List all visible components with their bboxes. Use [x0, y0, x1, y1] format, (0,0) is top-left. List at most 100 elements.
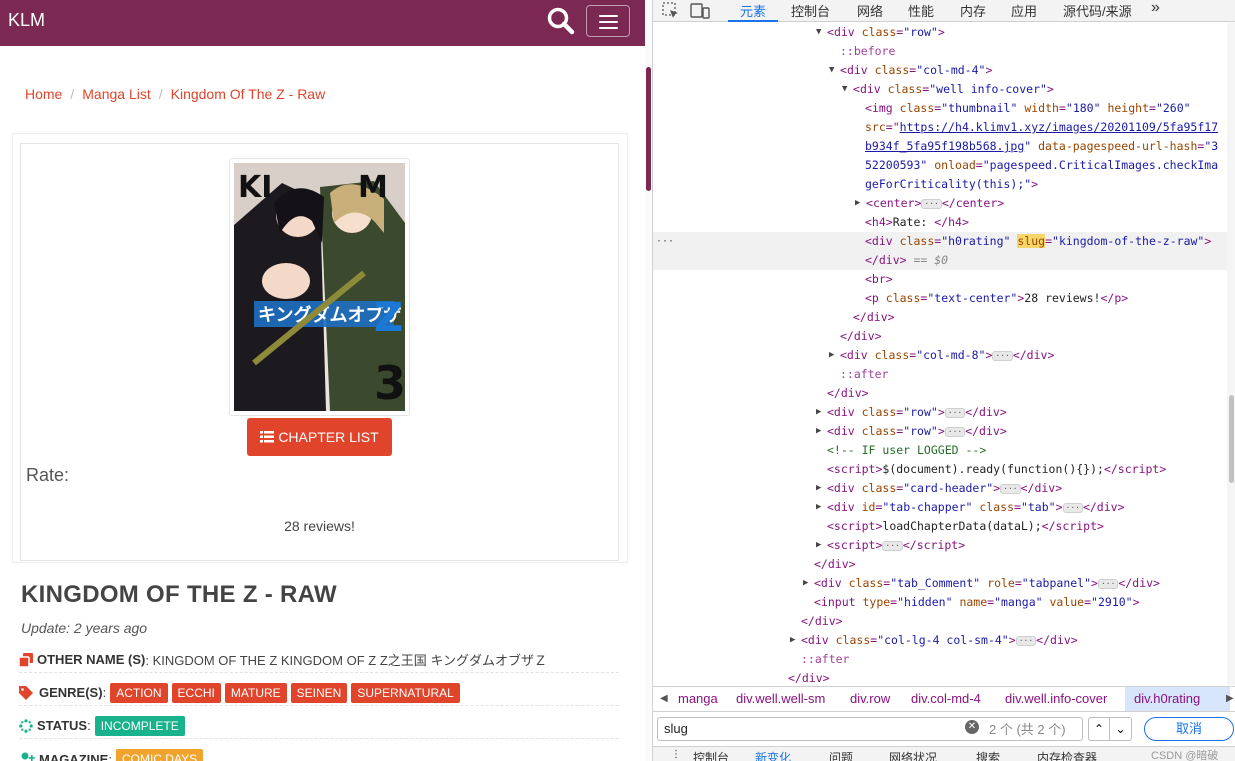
devtools-panel: 元素 控制台 网络 性能 内存 应用 源代码/来源 » ▼ <div class=… — [652, 0, 1235, 761]
dom-node[interactable]: <input type="hidden" name="manga" value=… — [653, 593, 1227, 612]
cover-thumbnail: キングダムオブザ Z 3 KI M — [229, 158, 410, 416]
dom-breadcrumb-item[interactable]: div.col-md-4 — [911, 691, 981, 706]
tab-console[interactable]: 控制台 — [791, 1, 830, 20]
dom-node[interactable]: ▼ <div class="well info-cover"> — [653, 80, 1227, 99]
dom-node[interactable]: ▶ <div class="tab_Comment" role="tabpanel… — [653, 574, 1227, 593]
drawer-tabbar: ⋮ 控制台 新变化 问题 网络状况 搜索 内存检查器 CSDN @暗破 — [653, 746, 1235, 761]
dom-node[interactable]: <h4>Rate: </h4> — [653, 213, 1227, 232]
tab-memory[interactable]: 内存 — [960, 1, 986, 20]
site-brand[interactable]: KLM — [8, 10, 45, 31]
dom-node[interactable]: <script>$(document).ready(function(){});… — [653, 460, 1227, 479]
elements-scrollbar[interactable] — [1227, 23, 1235, 685]
tab-application[interactable]: 应用 — [1011, 1, 1037, 20]
dom-pseudo[interactable]: ::after — [653, 650, 1227, 669]
user-plus-icon — [21, 752, 35, 761]
dom-node[interactable]: <img class="thumbnail" width="180" heigh… — [653, 99, 1227, 118]
dom-node-cont[interactable]: b934f_5fa95f198b568.jpg" data-pagespeed-… — [653, 137, 1227, 156]
dom-node[interactable]: ▼ <div class="row"> — [653, 23, 1227, 42]
status-badge: INCOMPLETE — [94, 715, 185, 736]
status-colon: : — [87, 718, 91, 733]
dom-node[interactable]: <p class="text-center">28 reviews!</p> — [653, 289, 1227, 308]
elements-tree[interactable]: ▼ <div class="row"> ::before ▼ <div class=… — [653, 23, 1227, 685]
dom-node[interactable]: ▶ <div class="row"> ··· </div> — [653, 422, 1227, 441]
chapter-list-button[interactable]: CHAPTER LIST — [247, 418, 392, 456]
dom-close[interactable]: </div> — [653, 384, 1227, 403]
drawer-menu-icon[interactable]: ⋮ — [671, 749, 681, 760]
dom-breadcrumb-item[interactable]: div.well.well-sm — [736, 691, 825, 706]
dom-node[interactable]: <script>loadChapterData(dataL);</script> — [653, 517, 1227, 536]
dom-node[interactable]: ▶ <div class="col-md-8"> ··· </div> — [653, 346, 1227, 365]
dom-breadcrumb-item[interactable]: manga — [678, 691, 718, 706]
dom-node[interactable]: ▶ <center> ··· </center> — [653, 194, 1227, 213]
genre-tag[interactable]: ECCHI — [171, 682, 221, 703]
device-toolbar-icon[interactable] — [690, 2, 710, 25]
inspect-element-icon[interactable] — [662, 2, 680, 25]
dom-breadcrumb-item-selected[interactable]: div.h0rating — [1134, 691, 1200, 706]
manga-cover-image: キングダムオブザ Z 3 KI M — [234, 163, 406, 411]
tab-elements[interactable]: 元素 — [740, 1, 766, 20]
dom-close[interactable]: </div> — [653, 555, 1227, 574]
clear-icon[interactable]: ✕ — [965, 720, 979, 734]
dom-node[interactable]: ▶ <div class="col-lg-4 col-sm-4"> ··· </div… — [653, 631, 1227, 650]
dom-close[interactable]: </div> — [653, 327, 1227, 346]
dom-breadcrumb-item[interactable]: div.row — [850, 691, 890, 706]
cancel-button[interactable]: 取消 — [1144, 717, 1234, 741]
svg-text:KI: KI — [238, 170, 272, 205]
genre-tag[interactable]: ACTION — [110, 682, 168, 703]
dom-node[interactable]: ▶ <div id="tab-chapper" class="tab"> ··· </… — [653, 498, 1227, 517]
dom-node-selected-close[interactable]: </div> == $0 — [653, 251, 1227, 270]
genre-tag[interactable]: SEINEN — [290, 682, 348, 703]
dom-breadcrumbs: ◀ manga div.well.well-sm div.row div.col… — [653, 686, 1235, 712]
dom-breadcrumb-item[interactable]: div.well.info-cover — [1005, 691, 1107, 706]
search-icon[interactable] — [545, 5, 577, 37]
copy-icon — [19, 652, 33, 667]
breadcrumb-manga-list[interactable]: Manga List — [82, 86, 150, 102]
drawer-tab-search[interactable]: 搜索 — [976, 749, 1000, 761]
drawer-tab-console[interactable]: 控制台 — [693, 749, 729, 761]
drawer-tab-whats-new[interactable]: 新变化 — [755, 749, 791, 761]
magazine-badge[interactable]: COMIC DAYS — [115, 749, 204, 761]
tab-sources[interactable]: 源代码/来源 — [1063, 1, 1132, 20]
breadcrumb-scroll-left-icon[interactable]: ◀ — [660, 693, 668, 704]
breadcrumb-scroll-right-icon[interactable]: ▶ — [1226, 693, 1234, 704]
breadcrumb-home[interactable]: Home — [25, 86, 62, 102]
drawer-tab-issues[interactable]: 问题 — [829, 749, 853, 761]
dom-node[interactable]: ▶ <div class="card-header"> ··· </div> — [653, 479, 1227, 498]
dom-comment[interactable]: <!-- IF user LOGGED --> — [653, 441, 1227, 460]
genre-tag[interactable]: SUPERNATURAL — [351, 682, 460, 703]
dom-node[interactable]: ▼ <div class="col-md-4"> — [653, 61, 1227, 80]
svg-text:Z: Z — [374, 295, 403, 341]
dom-node[interactable]: ▶ <script> ··· </script> — [653, 536, 1227, 555]
dom-node-cont[interactable]: geForCriticality(this);"> — [653, 175, 1227, 194]
magazine-row: MAGAZINE: COMIC DAYS — [19, 746, 619, 761]
drawer-tab-network-conditions[interactable]: 网络状况 — [889, 749, 937, 761]
dom-pseudo[interactable]: ::after — [653, 365, 1227, 384]
breadcrumb-current[interactable]: Kingdom Of The Z - Raw — [171, 86, 326, 102]
manga-title: KINGDOM OF THE Z - RAW — [21, 581, 337, 608]
dom-node[interactable]: <br> — [653, 270, 1227, 289]
next-match-button[interactable]: ⌄ — [1110, 717, 1132, 741]
menu-toggle-button[interactable] — [586, 5, 630, 37]
dom-close[interactable]: </div> — [653, 612, 1227, 631]
tab-network[interactable]: 网络 — [857, 1, 883, 20]
chapter-list-label: CHAPTER LIST — [278, 429, 379, 445]
tab-performance[interactable]: 性能 — [908, 1, 934, 20]
image-src-link: https://h4.klimv1.xyz/images/20201109/5f… — [899, 120, 1219, 134]
drawer-tab-memory-inspector[interactable]: 内存检查器 — [1037, 749, 1097, 761]
site-scrollbar-thumb[interactable] — [646, 67, 651, 191]
elements-scrollbar-thumb[interactable] — [1229, 395, 1234, 483]
dom-node-cont[interactable]: src="https://h4.klimv1.xyz/images/202011… — [653, 118, 1227, 137]
other-name-label: OTHER NAME (S) — [37, 652, 146, 667]
dom-node[interactable]: ▶ <div class="row"> ··· </div> — [653, 403, 1227, 422]
update-time: Update: 2 years ago — [21, 620, 148, 636]
genre-row: GENRE(S): ACTION ECCHI MATURE SEINEN SUP… — [19, 680, 619, 706]
dom-node-selected[interactable]: ··· <div class="h0rating" slug="kingdom-o… — [653, 232, 1227, 251]
dom-close[interactable]: </div> — [653, 308, 1227, 327]
more-tabs-icon[interactable]: » — [1151, 0, 1160, 17]
genre-label: GENRE(S) — [39, 685, 103, 700]
dom-pseudo[interactable]: ::before — [653, 42, 1227, 61]
previous-match-button[interactable]: ⌃ — [1088, 717, 1110, 741]
dom-node-cont[interactable]: 52200593" onload="pagespeed.CriticalImag… — [653, 156, 1227, 175]
dom-close[interactable]: </div> — [653, 669, 1227, 685]
genre-tag[interactable]: MATURE — [224, 682, 287, 703]
